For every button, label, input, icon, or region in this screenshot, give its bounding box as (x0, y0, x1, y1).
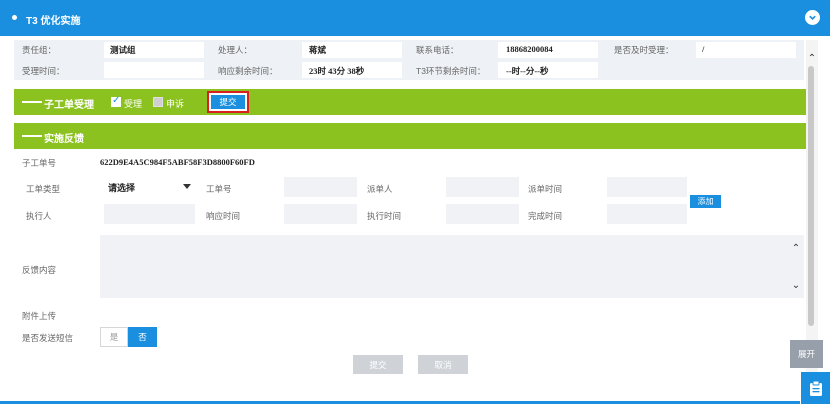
complete-time-label: 完成时间 (528, 211, 563, 221)
resp-group-value: 测试组 (110, 45, 136, 55)
dispatch-time-input[interactable] (607, 177, 687, 197)
order-info: 责任组： 测试组 处理人： 蒋斌 联系电话： 18868200084 是否及时受… (14, 40, 804, 80)
complain-label: 申诉 (166, 99, 185, 109)
content-label: 反馈内容 (22, 265, 57, 275)
suborder-title: 子工单受理 (44, 100, 94, 111)
sms-option-yes[interactable]: 是 (100, 327, 128, 347)
feedback-content-textarea[interactable] (100, 235, 804, 298)
order-no-label: 工单号 (206, 184, 232, 194)
t3-remain-value: --时--分--秒 (506, 66, 549, 76)
suborder-accept-bar: 子工单受理 受理 申诉 提交 (14, 89, 806, 115)
panel-header: T3 优化实施 (0, 0, 830, 36)
bullet-icon (12, 15, 17, 20)
feedback-submit-button[interactable]: 提交 (353, 355, 403, 374)
timely-label: 是否及时受理： (614, 45, 674, 55)
add-button[interactable]: 添加 (690, 195, 721, 208)
dispatch-time-label: 派单时间 (528, 184, 563, 194)
suborder-no-label: 子工单号 (22, 158, 57, 168)
scrollbar-thumb[interactable] (808, 66, 814, 326)
handler-label: 处理人： (218, 45, 253, 55)
accept-checkbox[interactable] (111, 95, 121, 107)
order-no-input[interactable] (284, 177, 357, 197)
accept-time-label: 受理时间： (22, 66, 65, 76)
complete-time-input[interactable] (607, 204, 687, 224)
chevron-down-icon (809, 15, 816, 20)
handler-value: 蒋斌 (309, 45, 327, 55)
collapse-button[interactable] (805, 10, 820, 25)
dispatcher-label: 派单人 (367, 184, 393, 194)
suborder-no-value: 622D9E4A5C984F5ABF58F3D8800F60FD (100, 157, 255, 167)
response-time-label: 响应时间 (206, 211, 241, 221)
feedback-title: 实施反馈 (44, 134, 84, 145)
phone-label: 联系电话： (416, 45, 459, 55)
suborder-submit-button[interactable]: 提交 (211, 95, 245, 109)
sms-option-no[interactable]: 否 (128, 327, 157, 347)
resp-remain-value: 23时 43分 38秒 (309, 66, 365, 76)
order-type-label: 工单类型 (26, 184, 61, 194)
clipboard-button[interactable] (801, 372, 830, 404)
order-type-value: 请选择 (108, 183, 136, 193)
dispatcher-input[interactable] (446, 177, 519, 197)
chevron-down-icon (183, 184, 191, 189)
panel-title: T3 优化实施 (26, 16, 81, 27)
complain-checkbox[interactable] (153, 97, 163, 107)
scroll-down-icon[interactable]: ⌄ (791, 280, 801, 291)
submit-highlight: 提交 (207, 91, 249, 113)
attachment-label: 附件上传 (22, 311, 57, 321)
phone-value: 18868200084 (506, 44, 553, 54)
sms-label: 是否发送短信 (22, 333, 74, 343)
executor-label: 执行人 (26, 211, 52, 221)
response-time-input[interactable] (284, 204, 357, 224)
feedback-bar: 实施反馈 (14, 123, 806, 149)
resp-remain-label: 响应剩余时间： (218, 66, 278, 76)
t3-remain-label: T3环节剩余时间： (416, 66, 486, 76)
expand-button[interactable]: 展开 (790, 340, 823, 368)
exec-time-label: 执行时间 (367, 211, 402, 221)
executor-input[interactable] (104, 204, 195, 224)
timely-value: / (702, 44, 705, 54)
resp-group-label: 责任组： (22, 45, 57, 55)
accept-label: 受理 (124, 99, 143, 109)
exec-time-input[interactable] (446, 204, 519, 224)
feedback-cancel-button[interactable]: 取消 (418, 355, 468, 374)
scroll-up-icon[interactable]: ⌃ (791, 243, 801, 254)
clipboard-icon (809, 380, 822, 396)
scroll-up-icon[interactable]: ⌃ (806, 52, 818, 64)
